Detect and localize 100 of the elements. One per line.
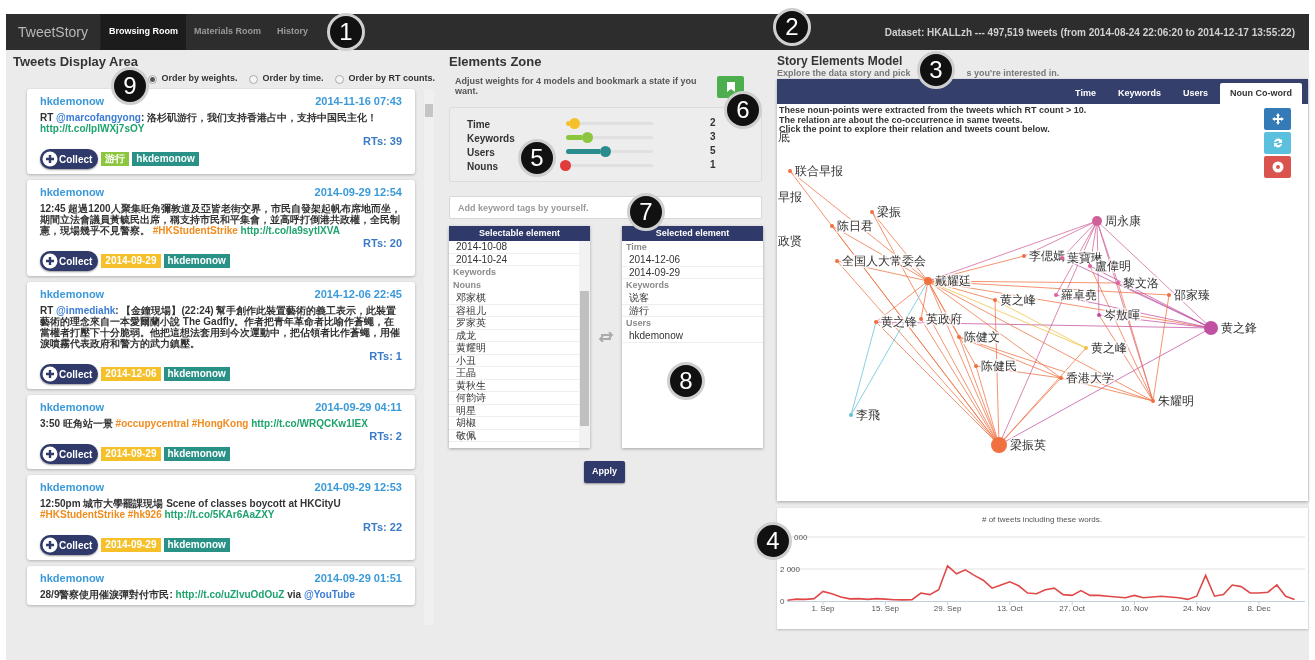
nav-tab[interactable]: Browsing Room bbox=[101, 14, 187, 50]
nav-tab[interactable]: History bbox=[269, 14, 317, 50]
list-item[interactable]: 胡椒 bbox=[449, 417, 579, 430]
node-dot[interactable] bbox=[1167, 293, 1171, 297]
slider-thumb[interactable] bbox=[568, 117, 580, 129]
node-dot[interactable] bbox=[1022, 254, 1026, 258]
node-dot[interactable] bbox=[919, 317, 923, 321]
node-dot[interactable] bbox=[1054, 293, 1058, 297]
option-label[interactable]: Order by weights. bbox=[161, 72, 238, 86]
node-dot[interactable] bbox=[1059, 376, 1063, 380]
list-item[interactable]: 2014-10-24 bbox=[449, 253, 579, 266]
node-dot[interactable] bbox=[830, 224, 834, 228]
node-label[interactable]: 英政府 bbox=[926, 312, 962, 326]
collect-button[interactable]: Collect bbox=[40, 251, 99, 271]
tag-label[interactable]: hkdemonow bbox=[163, 447, 230, 461]
node-label[interactable]: 陈健文 bbox=[964, 330, 1000, 344]
list-item[interactable]: 明星 bbox=[449, 404, 579, 417]
slider-thumb[interactable] bbox=[600, 145, 611, 157]
node-dot[interactable] bbox=[993, 298, 997, 302]
reset-button[interactable] bbox=[1264, 156, 1291, 178]
node-label[interactable]: 联合早报 bbox=[795, 164, 843, 178]
node-label[interactable]: 岑敖暉 bbox=[1104, 308, 1140, 322]
list-item[interactable]: 2014-09-29 bbox=[622, 266, 763, 279]
tag-label[interactable]: hkdemonow bbox=[163, 254, 230, 268]
node-label[interactable]: 戴耀廷 bbox=[935, 274, 971, 288]
node-dot[interactable] bbox=[870, 210, 874, 214]
scrollbar[interactable] bbox=[424, 90, 434, 625]
node-dot[interactable] bbox=[874, 320, 878, 324]
node-label[interactable]: 黄之锋 bbox=[881, 315, 917, 329]
node-label[interactable]: 政贤 bbox=[778, 234, 802, 248]
node-dot[interactable] bbox=[1097, 313, 1101, 317]
slider-thumb[interactable] bbox=[581, 131, 593, 143]
list-item[interactable]: 成龙 bbox=[449, 329, 579, 342]
node-dot[interactable] bbox=[1151, 399, 1155, 403]
scrollbar[interactable] bbox=[579, 241, 590, 448]
node-label[interactable]: 陈健民 bbox=[981, 359, 1017, 373]
option-label[interactable]: Order by time. bbox=[262, 72, 324, 86]
list-item[interactable]: 2014-10-08 bbox=[449, 241, 579, 254]
option-label[interactable]: Order by RT counts. bbox=[348, 72, 435, 86]
list-item[interactable]: 罗家英 bbox=[449, 317, 579, 330]
model-tab[interactable]: Keywords bbox=[1107, 83, 1171, 104]
radio-button[interactable] bbox=[335, 74, 345, 84]
node-label[interactable]: 陈日君 bbox=[837, 219, 873, 233]
slider-thumb[interactable] bbox=[560, 159, 571, 171]
node-label[interactable]: 朱耀明 bbox=[1158, 394, 1194, 408]
list-item[interactable]: 2014-12-06 bbox=[622, 254, 763, 267]
list-item[interactable]: hkdemonow bbox=[622, 330, 763, 343]
apply-button[interactable]: Apply bbox=[584, 461, 625, 483]
node-label[interactable]: 早报 bbox=[778, 190, 802, 204]
node-label[interactable]: 香港大学 bbox=[1066, 371, 1114, 385]
node-label[interactable]: 黄之峰 bbox=[1091, 341, 1127, 355]
node-dot[interactable] bbox=[835, 259, 839, 263]
node-dot[interactable] bbox=[991, 437, 1007, 453]
list-item[interactable]: 王晶 bbox=[449, 367, 579, 380]
tag-label[interactable]: hkdemonow bbox=[163, 538, 230, 552]
node-label[interactable]: 黄之峰 bbox=[1000, 293, 1036, 307]
move-button[interactable] bbox=[1264, 108, 1291, 130]
node-label[interactable]: 梁振英 bbox=[1010, 438, 1046, 452]
node-dot[interactable] bbox=[1116, 281, 1120, 285]
list-item[interactable]: 黄耀明 bbox=[449, 342, 579, 355]
list-item[interactable]: 游行 bbox=[622, 304, 763, 317]
nav-tab[interactable]: Materials Room bbox=[186, 14, 270, 50]
bookmark-button[interactable] bbox=[717, 76, 744, 98]
collect-button[interactable]: Collect bbox=[40, 444, 99, 464]
node-label[interactable]: 周永康 bbox=[1105, 214, 1141, 228]
list-item[interactable]: 敬佩 bbox=[449, 429, 579, 442]
node-dot[interactable] bbox=[1204, 321, 1218, 335]
tag-label[interactable]: hkdemonow bbox=[163, 367, 230, 381]
list-item[interactable]: 说客 bbox=[622, 292, 763, 305]
node-label[interactable]: 李飛 bbox=[856, 408, 880, 422]
node-label[interactable]: 黎文洛 bbox=[1123, 276, 1159, 290]
node-dot[interactable] bbox=[924, 277, 932, 285]
list-item[interactable]: 小丑 bbox=[449, 354, 579, 367]
list-item[interactable]: 邓家棋 bbox=[449, 292, 579, 305]
node-label[interactable]: 底 bbox=[778, 130, 790, 144]
node-dot[interactable] bbox=[957, 335, 961, 339]
mention-link[interactable]: @marcofangyong bbox=[56, 112, 141, 123]
refresh-button[interactable] bbox=[1264, 132, 1291, 154]
mention-link[interactable]: @YouTube bbox=[303, 589, 355, 600]
node-dot[interactable] bbox=[1084, 346, 1088, 350]
collect-button[interactable]: Collect bbox=[40, 535, 99, 555]
node-label[interactable]: 羅卓堯 bbox=[1061, 288, 1097, 302]
list-item[interactable]: 何韵诗 bbox=[449, 392, 579, 405]
node-label[interactable]: 黄之鋒 bbox=[1221, 321, 1257, 335]
node-dot[interactable] bbox=[1060, 256, 1064, 260]
node-dot[interactable] bbox=[849, 413, 853, 417]
list-item[interactable]: 容祖儿 bbox=[449, 304, 579, 317]
radio-button[interactable] bbox=[249, 74, 259, 84]
node-dot[interactable] bbox=[974, 364, 978, 368]
node-label[interactable]: 邵家臻 bbox=[1174, 288, 1210, 302]
node-dot[interactable] bbox=[1092, 216, 1102, 226]
tag-label[interactable]: hkdemonow bbox=[132, 152, 199, 166]
node-dot[interactable] bbox=[788, 169, 792, 173]
model-tab[interactable]: Time bbox=[1065, 83, 1106, 104]
model-tab[interactable]: Noun Co-word bbox=[1220, 83, 1302, 104]
node-dot[interactable] bbox=[1088, 264, 1092, 268]
model-tab[interactable]: Users bbox=[1172, 83, 1218, 104]
collect-button[interactable]: Collect bbox=[40, 364, 99, 384]
collect-button[interactable]: Collect bbox=[40, 149, 99, 169]
list-item[interactable]: 黄秋生 bbox=[449, 379, 579, 392]
